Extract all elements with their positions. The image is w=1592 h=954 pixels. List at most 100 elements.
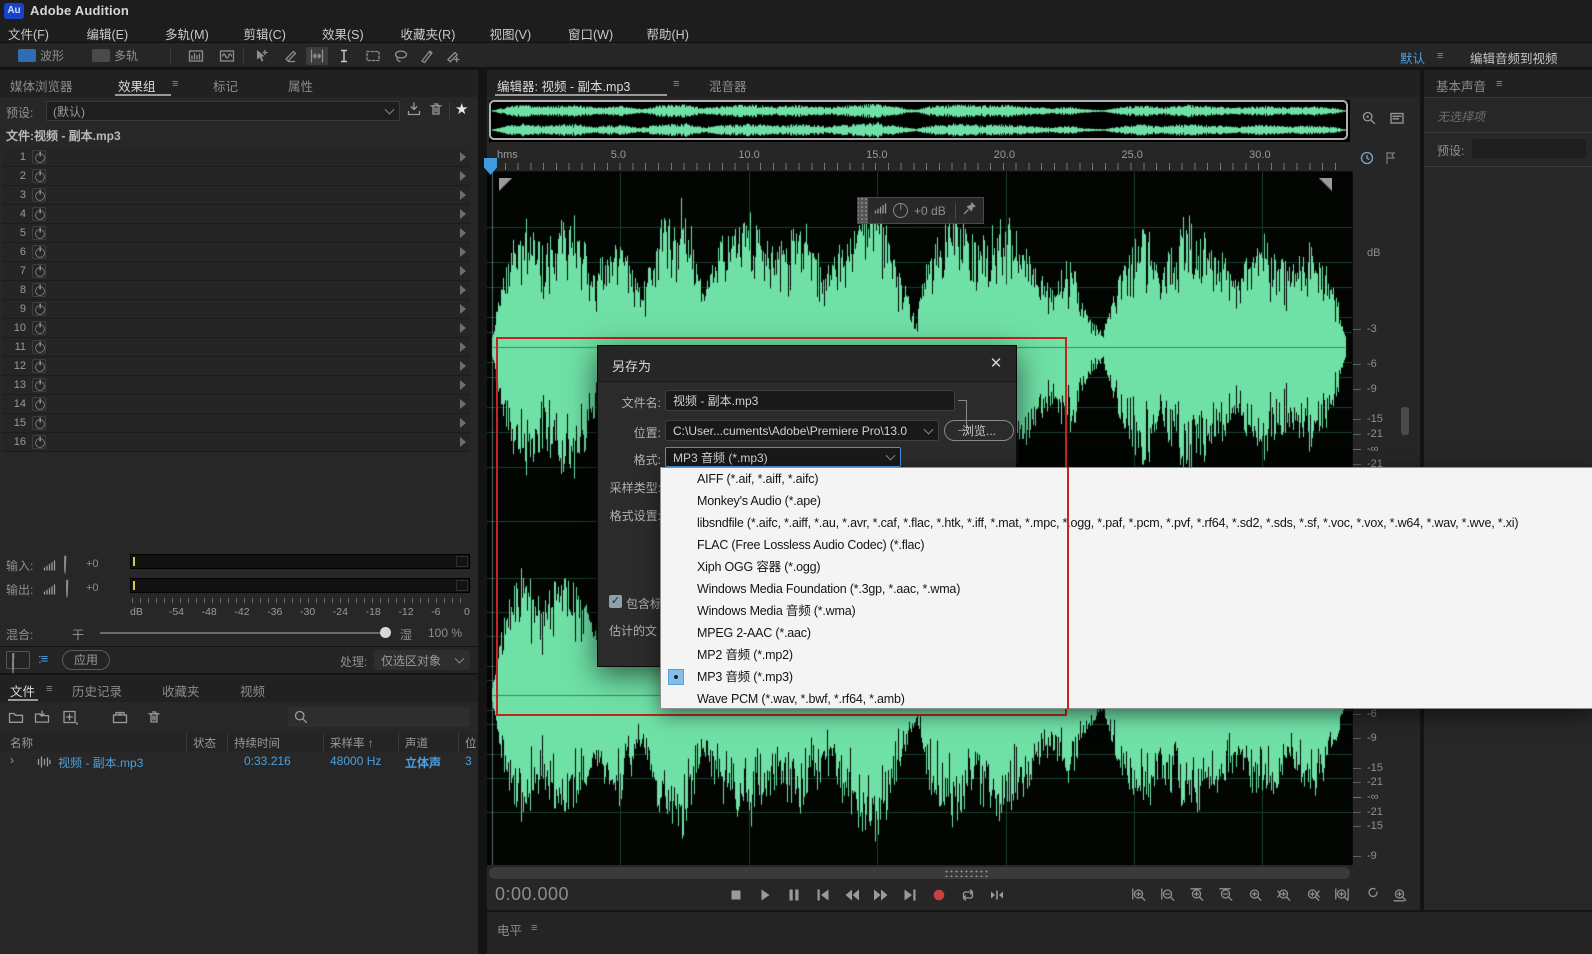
rack-slot-arrow-icon[interactable] (460, 399, 466, 409)
filename-input[interactable]: 视频 - 副本.mp3 (665, 390, 955, 411)
overview-strip[interactable] (489, 100, 1350, 142)
rack-slot-6[interactable]: 6 (2, 243, 470, 262)
rack-slot-arrow-icon[interactable] (460, 361, 466, 371)
rack-slot-14[interactable]: 14 (2, 395, 470, 414)
close-icon[interactable]: ✕ (986, 354, 1006, 374)
rack-slot-arrow-icon[interactable] (460, 190, 466, 200)
format-option-8[interactable]: MP2 音频 (*.mp2) (661, 644, 1592, 666)
rack-power-button[interactable] (6, 651, 30, 674)
rack-power-icon[interactable] (32, 283, 46, 297)
file-row[interactable]: › 视频 - 副本.mp3 0:33.216 48000 Hz 立体声 3 (0, 751, 478, 772)
menu-item-5[interactable]: 收藏夹(R) (401, 24, 456, 43)
record-button[interactable] (928, 886, 950, 904)
rack-slot-arrow-icon[interactable] (460, 152, 466, 162)
output-gain-knob[interactable] (66, 579, 68, 598)
location-combo[interactable]: C:\User...cuments\Adobe\Premiere Pro\13.… (665, 420, 939, 441)
fast-forward-button[interactable] (870, 886, 892, 904)
tab-essential-sound[interactable]: 基本声音 (1436, 76, 1486, 95)
rack-power-icon[interactable] (32, 397, 46, 411)
format-option-6[interactable]: Windows Media 音频 (*.wma) (661, 600, 1592, 622)
waveform-display[interactable] (216, 47, 238, 65)
menu-item-0[interactable]: 文件(F) (8, 24, 49, 43)
rack-power-icon[interactable] (32, 207, 46, 221)
menu-item-7[interactable]: 窗口(W) (568, 24, 613, 43)
rack-power-icon[interactable] (32, 226, 46, 240)
delete-preset-icon[interactable] (428, 101, 444, 122)
include-markers-checkbox[interactable]: ✓ (609, 595, 622, 608)
rack-slot-10[interactable]: 10 (2, 319, 470, 338)
zoom-full-button[interactable] (1389, 886, 1411, 904)
rack-power-icon[interactable] (32, 340, 46, 354)
essential-sound-menu-icon[interactable]: ≡ (1496, 78, 1502, 90)
format-option-3[interactable]: FLAC (Free Lossless Audio Codec) (*.flac… (661, 534, 1592, 556)
rack-slot-8[interactable]: 8 (2, 281, 470, 300)
mix-slider-thumb[interactable] (380, 627, 391, 638)
zoom-out-point-button[interactable] (1302, 886, 1324, 904)
play-button[interactable] (754, 886, 776, 904)
fade-in-handle[interactable] (499, 178, 512, 191)
rack-slot-1[interactable]: 1 (2, 148, 470, 167)
fade-out-handle[interactable] (1319, 178, 1332, 191)
apply-button[interactable]: 应用 (62, 650, 110, 670)
tab-favorites[interactable]: 收藏夹 (162, 681, 200, 700)
format-option-0[interactable]: AIFF (*.aif, *.aiff, *.aifc) (661, 468, 1592, 490)
rack-slot-arrow-icon[interactable] (460, 228, 466, 238)
skip-start-button[interactable] (812, 886, 834, 904)
save-preset-icon[interactable] (406, 101, 422, 122)
files-search-box[interactable] (288, 707, 470, 727)
format-option-2[interactable]: libsndfile (*.aifc, *.aiff, *.au, *.avr,… (661, 512, 1592, 534)
rewind-button[interactable] (841, 886, 863, 904)
horizontal-scrollbar[interactable] (489, 867, 1350, 879)
import-file-icon[interactable] (34, 709, 50, 730)
rack-slot-3[interactable]: 3 (2, 186, 470, 205)
marker-icon[interactable] (1383, 150, 1399, 171)
rack-slot-15[interactable]: 15 (2, 414, 470, 433)
gain-hud[interactable]: +0 dB (857, 197, 984, 224)
zoom-selection-button[interactable] (1331, 886, 1353, 904)
rack-slot-arrow-icon[interactable] (460, 285, 466, 295)
rack-slot-arrow-icon[interactable] (460, 304, 466, 314)
format-option-9[interactable]: MP3 音频 (*.mp3) (661, 666, 1592, 688)
rack-power-icon[interactable] (32, 169, 46, 183)
fx-panel-menu-icon[interactable]: ≡ (172, 78, 178, 90)
rack-slot-7[interactable]: 7 (2, 262, 470, 281)
timeline-ruler[interactable]: hms 5.0 10.0 15.0 20.0 25.0 30.0 (487, 146, 1352, 172)
files-panel-menu-icon[interactable]: ≡ (46, 683, 52, 695)
overview-menu-icon[interactable] (1389, 110, 1405, 131)
tab-mixer[interactable]: 混音器 (709, 76, 747, 95)
col-status[interactable]: 状态 (193, 735, 216, 751)
rack-slot-9[interactable]: 9 (2, 300, 470, 319)
stop-button[interactable] (725, 886, 747, 904)
tab-properties[interactable]: 属性 (288, 76, 313, 95)
tab-history[interactable]: 历史记录 (72, 681, 122, 700)
col-sample-rate[interactable]: 采样率 ↑ (330, 735, 373, 751)
rack-power-icon[interactable] (32, 302, 46, 316)
rack-power-icon[interactable] (32, 264, 46, 278)
skip-end-button[interactable] (899, 886, 921, 904)
rack-slot-arrow-icon[interactable] (460, 266, 466, 276)
rack-slot-13[interactable]: 13 (2, 376, 470, 395)
workspace-menu-icon[interactable]: ≡ (1437, 50, 1443, 62)
zoom-in-point-button[interactable] (1273, 886, 1295, 904)
new-file-icon[interactable] (62, 709, 79, 730)
tab-media-browser[interactable]: 媒体浏览器 (10, 76, 73, 95)
rack-slot-4[interactable]: 4 (2, 205, 470, 224)
browse-button[interactable]: 浏览... (944, 420, 1014, 441)
tab-levels[interactable]: 电平 (497, 920, 522, 939)
scrollbar-grip[interactable] (944, 869, 988, 877)
tab-editor[interactable]: 编辑器: 视频 - 副本.mp3 (497, 76, 630, 95)
col-bits[interactable]: 位 (465, 735, 477, 751)
preset-combo[interactable]: (默认) (46, 101, 400, 121)
tab-files[interactable]: 文件 (10, 681, 35, 700)
format-option-4[interactable]: Xiph OGG 容器 (*.ogg) (661, 556, 1592, 578)
menu-item-8[interactable]: 帮助(H) (647, 24, 689, 43)
process-combo[interactable]: 仅选区对象 (374, 650, 470, 670)
ibeam-tool[interactable] (333, 47, 355, 65)
time-display-icon[interactable] (1359, 150, 1375, 171)
scale-zoom-handle[interactable] (1401, 407, 1409, 435)
menu-item-6[interactable]: 视图(V) (490, 24, 532, 43)
input-gain-knob[interactable] (64, 555, 66, 574)
format-option-5[interactable]: Windows Media Foundation (*.3gp, *.aac, … (661, 578, 1592, 600)
rack-power-icon[interactable] (32, 150, 46, 164)
es-preset-input[interactable] (1472, 139, 1586, 158)
